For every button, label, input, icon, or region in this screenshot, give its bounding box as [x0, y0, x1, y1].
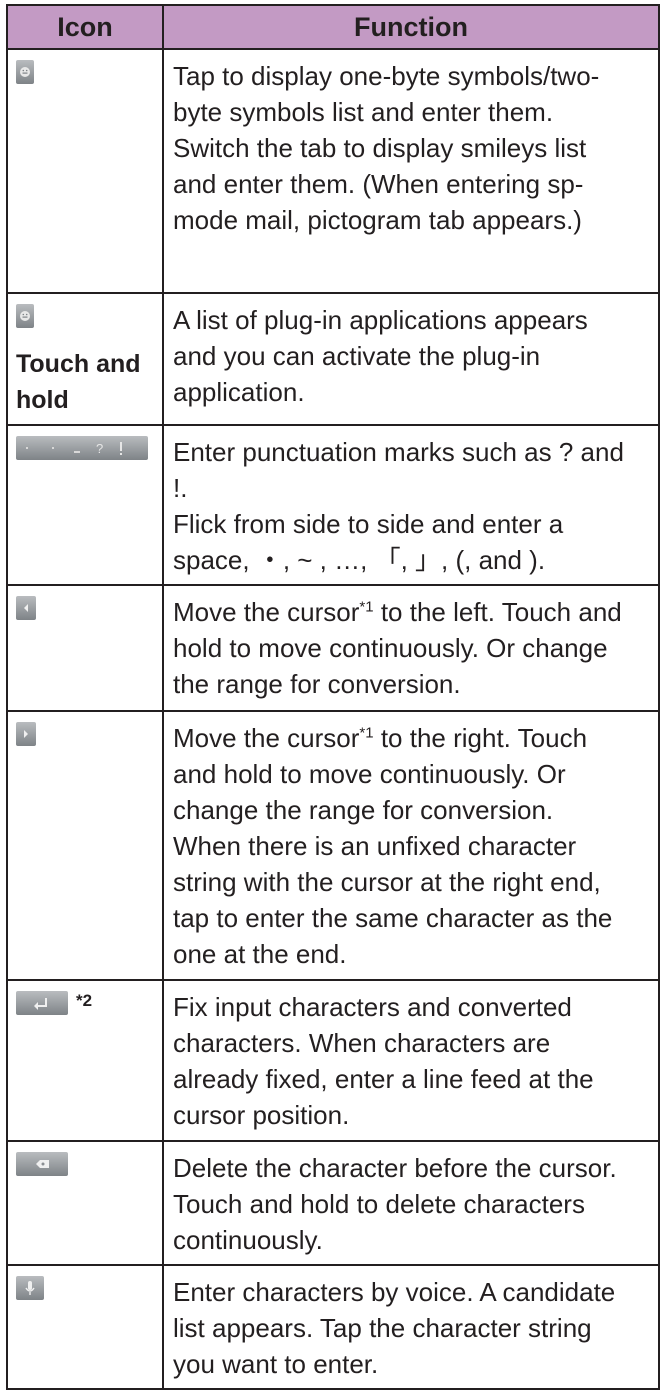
table-row: Move the cursor*1 to the right. Touch an… — [6, 710, 660, 981]
function-text: Fix input characters and converted — [173, 992, 572, 1022]
icon-cell: Touch and hold — [6, 292, 164, 426]
function-text: application. — [173, 377, 305, 407]
function-text: hold to move continuously. Or change — [173, 633, 608, 663]
function-text: Tap to display one-byte symbols/two- — [173, 61, 600, 91]
function-cell: Enter punctuation marks such as ? and !.… — [162, 424, 660, 586]
function-text: Touch and hold to delete characters — [173, 1189, 585, 1219]
icon-cell: *2 — [6, 979, 164, 1142]
function-text: continuously. — [173, 1225, 323, 1255]
table-row: Enter characters by voice. A candidate l… — [6, 1264, 660, 1390]
cursor-left-key-icon — [16, 596, 36, 620]
enter-key-icon — [16, 991, 68, 1015]
icon-cell — [6, 710, 164, 981]
footnote-ref: *1 — [359, 724, 374, 742]
function-text: string with the cursor at the right end, — [173, 867, 601, 897]
table-row: ? Enter punctuation marks such as ? and … — [6, 424, 660, 586]
function-cell: Delete the character before the cursor. … — [162, 1140, 660, 1266]
delete-key-icon — [16, 1152, 68, 1176]
function-text: list appears. Tap the character string — [173, 1313, 592, 1343]
function-text: the range for conversion. — [173, 669, 461, 699]
function-cell: Enter characters by voice. A candidate l… — [162, 1264, 660, 1390]
function-cell: Tap to display one-byte symbols/two- byt… — [162, 48, 660, 294]
function-cell: Move the cursor*1 to the left. Touch and… — [162, 584, 660, 712]
function-text: A list of plug-in applications appears — [173, 305, 588, 335]
function-column-header: Function — [162, 4, 660, 50]
function-text: already fixed, enter a line feed at the — [173, 1064, 594, 1094]
function-text: Flick from side to side and enter a — [173, 509, 564, 539]
table-row: Touch and hold A list of plug-in applica… — [6, 292, 660, 426]
cursor-right-key-icon — [16, 722, 36, 746]
function-text: Move the cursor — [173, 597, 360, 627]
function-text: Enter characters by voice. A candidate — [173, 1277, 616, 1307]
emoticon-key-icon — [16, 304, 34, 328]
table-header-row: Icon Function — [6, 4, 660, 50]
function-text: Delete the character before the cursor. — [173, 1153, 617, 1183]
function-cell: Move the cursor*1 to the right. Touch an… — [162, 710, 660, 981]
key-function-table: Icon Function Tap to display one-byte sy… — [6, 4, 660, 1390]
table-row: Tap to display one-byte symbols/two- byt… — [6, 48, 660, 294]
function-text: Switch the tab to display smileys list — [173, 133, 587, 163]
function-text: When there is an unfixed character — [173, 831, 577, 861]
function-text: Enter punctuation marks such as ? and — [173, 437, 624, 467]
touch-and-hold-note: Touch and hold — [16, 350, 141, 414]
icon-cell — [6, 48, 164, 294]
function-text: tap to enter the same character as the — [173, 903, 613, 933]
icon-cell — [6, 1264, 164, 1390]
icon-cell — [6, 1140, 164, 1266]
footnote-ref: *1 — [359, 598, 374, 616]
function-text: and hold to move continuously. Or — [173, 759, 566, 789]
function-cell: A list of plug-in applications appears a… — [162, 292, 660, 426]
emoticon-key-icon — [16, 60, 34, 84]
function-text: Move the cursor — [173, 723, 360, 753]
punctuation-key-icon: ? — [16, 436, 148, 460]
function-text: to the right. Touch — [373, 723, 588, 753]
function-text: and enter them. (When entering sp- — [173, 169, 584, 199]
function-text: change the range for conversion. — [173, 795, 554, 825]
icon-cell — [6, 584, 164, 712]
function-text: characters. When characters are — [173, 1028, 551, 1058]
icon-column-header: Icon — [6, 4, 164, 50]
function-text: !. — [173, 473, 188, 503]
function-text: space, ・, ~ , …, 「, 」, (, and ). — [173, 545, 546, 575]
function-text: byte symbols list and enter them. — [173, 97, 554, 127]
function-text: you want to enter. — [173, 1349, 379, 1379]
footnote-ref: *2 — [76, 991, 93, 1010]
icon-cell: ? — [6, 424, 164, 586]
table-row: Move the cursor*1 to the left. Touch and… — [6, 584, 660, 712]
function-text: and you can activate the plug-in — [173, 341, 541, 371]
function-text: to the left. Touch and — [373, 597, 622, 627]
function-text: cursor position. — [173, 1100, 350, 1130]
svg-text:?: ? — [96, 441, 103, 456]
table-row: *2 Fix input characters and converted ch… — [6, 979, 660, 1142]
microphone-key-icon — [16, 1276, 44, 1300]
function-cell: Fix input characters and converted chara… — [162, 979, 660, 1142]
function-text: mode mail, pictogram tab appears.) — [173, 205, 582, 235]
table-row: Delete the character before the cursor. … — [6, 1140, 660, 1266]
function-text: one at the end. — [173, 939, 347, 969]
